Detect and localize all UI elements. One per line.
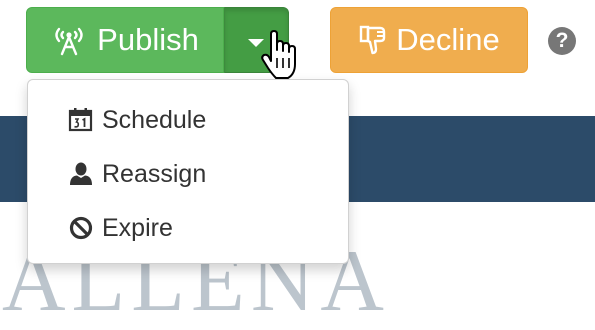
calendar-icon <box>68 107 94 133</box>
menu-item-label: Reassign <box>102 159 207 188</box>
question-circle-icon[interactable]: ? <box>548 27 576 55</box>
hand-pointer-cursor-icon <box>260 30 300 82</box>
menu-item-label: Expire <box>102 213 173 242</box>
publish-button-label: Publish <box>97 22 199 57</box>
decline-button-label: Decline <box>396 22 500 57</box>
publish-button[interactable]: Publish <box>26 7 224 73</box>
user-icon <box>68 161 94 187</box>
thumbs-down-icon <box>358 25 388 55</box>
antenna-icon <box>51 23 87 57</box>
menu-item-label: Schedule <box>102 105 207 134</box>
publish-button-group: Publish <box>26 7 289 73</box>
publish-dropdown-menu: Schedule Reassign Expire <box>27 79 349 264</box>
menu-item-reassign[interactable]: Reassign <box>68 154 206 194</box>
menu-item-schedule[interactable]: Schedule <box>68 100 206 140</box>
menu-item-expire[interactable]: Expire <box>68 208 173 248</box>
decline-button[interactable]: Decline <box>330 7 528 73</box>
ban-icon <box>68 215 94 241</box>
